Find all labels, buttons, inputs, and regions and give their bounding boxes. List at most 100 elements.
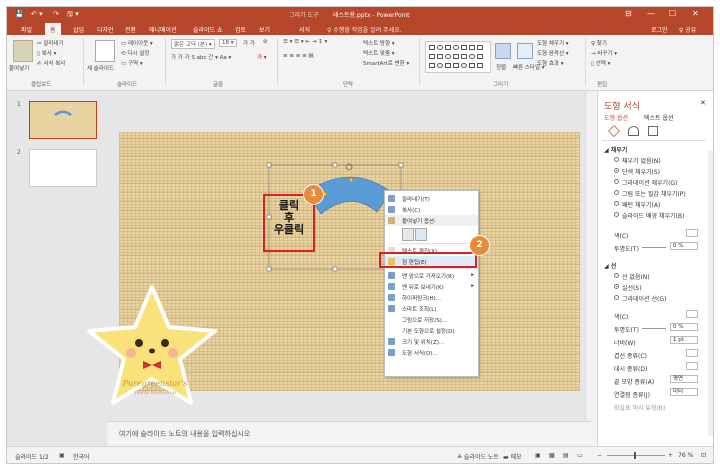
zoom-slider-thumb[interactable] (634, 452, 636, 459)
menu-item-bring-to-front[interactable]: 맨 앞으로 가져오기(R) ▸ (385, 270, 478, 281)
notes-pane[interactable]: 여기에 슬라이드 노트의 내용을 입력하십시오 (107, 421, 593, 447)
menu-item-format-shape[interactable]: 도형 서식(O)... (385, 347, 478, 358)
align-text-button[interactable]: 텍스트 맞춤 ▾ (363, 49, 395, 57)
undo-icon[interactable]: ↶ ▾ (31, 10, 43, 18)
line-transparency-slider[interactable] (642, 328, 666, 329)
dash-type-select[interactable] (686, 362, 698, 370)
pane-close-icon[interactable]: ✕ (700, 99, 706, 107)
cap-type-select[interactable]: 평면 (670, 375, 698, 383)
tab-transitions[interactable]: 전환 (125, 25, 136, 34)
find-button[interactable]: ♀ 찾기 (591, 39, 607, 47)
font-style-buttons[interactable]: 가 가 가 S abc 간 ▾ Aa ▾ (171, 53, 231, 61)
tab-format[interactable]: 서식 (299, 25, 310, 34)
spellcheck-icon[interactable]: ▣ (59, 452, 65, 459)
radio-solid-fill[interactable] (614, 168, 619, 173)
radio-gradient-fill[interactable] (614, 179, 619, 184)
redo-icon[interactable]: ↷ (53, 10, 59, 18)
tab-insert[interactable]: 삽입 (73, 25, 84, 34)
paste-picture-icon[interactable] (415, 228, 427, 241)
format-painter-button[interactable]: ✍ 서식 복사 (37, 59, 65, 67)
line-color-picker[interactable] (686, 310, 698, 318)
paste-button[interactable]: 붙여넣기 (9, 64, 29, 72)
font-size-select[interactable]: 18 ▾ (219, 39, 237, 47)
list-buttons[interactable]: ☰ ▾ ☰ ▾ ⇤ ⇥ ↕ ▾ (283, 39, 327, 45)
pane-scrollbar[interactable] (708, 151, 713, 436)
select-button[interactable]: ▯ 선택 ▾ (591, 59, 610, 67)
radio-no-line[interactable] (614, 273, 619, 278)
maximize-icon[interactable]: ☐ (669, 9, 676, 18)
paste-keep-format-icon[interactable] (402, 228, 414, 241)
tab-text-options[interactable]: 텍스트 옵션 (644, 113, 674, 122)
normal-view-icon[interactable]: ▣ (535, 452, 541, 459)
new-slide-icon[interactable] (95, 40, 115, 62)
shape-effects-button[interactable]: 도형 효과 ▾ (537, 59, 564, 67)
menu-item-set-default-shape[interactable]: 기본 도형으로 설정(D) (385, 325, 478, 336)
language-indicator[interactable]: 한국어 (73, 452, 90, 461)
section-button[interactable]: ▭ 구역 ▾ (121, 59, 143, 67)
shape-fill-button[interactable]: 도형 채우기 ▾ (537, 39, 569, 47)
radio-no-fill[interactable] (614, 157, 619, 162)
shapes-gallery[interactable] (425, 41, 491, 73)
zoom-level[interactable]: 76 % (678, 452, 693, 459)
tab-review[interactable]: 검토 (235, 25, 246, 34)
tab-shape-options[interactable]: 도형 옵션 (604, 113, 628, 122)
fill-transparency-slider[interactable] (642, 247, 666, 248)
cut-button[interactable]: ✂ 잘라내기 (37, 39, 64, 47)
minimize-icon[interactable]: — (647, 9, 655, 18)
menu-item-copy[interactable]: 복사(C) (385, 204, 478, 215)
shape-outline-button[interactable]: 도형 윤곽선 ▾ (537, 49, 569, 57)
menu-item-save-as-picture[interactable]: 그림으로 저장(S)... (385, 314, 478, 325)
arrange-icon[interactable] (495, 43, 511, 59)
tell-me-search[interactable]: ♀ 수행할 작업을 알려 주세요. (327, 25, 402, 34)
replace-button[interactable]: → 바꾸기 ▾ (591, 49, 617, 57)
tab-design[interactable]: 디자인 (97, 25, 114, 34)
effects-icon[interactable] (628, 126, 639, 136)
clear-format-icon[interactable]: ⊘ (263, 39, 268, 45)
zoom-slider[interactable] (607, 455, 665, 456)
new-slide-button[interactable]: 새 슬라이드 (87, 64, 114, 72)
radio-slide-background-fill[interactable] (614, 212, 619, 217)
size-properties-icon[interactable] (648, 126, 658, 136)
tab-file[interactable]: 파일 (21, 25, 32, 34)
tab-animations[interactable]: 애니메이션 (149, 25, 177, 34)
fill-color-picker[interactable] (686, 229, 698, 237)
smartart-convert-button[interactable]: SmartArt로 변환 ▾ (363, 59, 409, 67)
notes-toggle[interactable]: ≙ 슬라이드 노트 (457, 452, 499, 461)
menu-item-send-to-back[interactable]: 맨 뒤로 보내기(K) ▸ (385, 281, 478, 292)
quick-styles-icon[interactable] (517, 43, 533, 59)
line-section-header[interactable]: ◢ 선 (604, 261, 616, 270)
menu-item-smart-lookup[interactable]: 스마트 조회(L) (385, 303, 478, 314)
copy-button[interactable]: ▯ 복사 ▾ (37, 49, 56, 57)
line-transparency-input[interactable]: 0 % (670, 323, 698, 331)
radio-gradient-line[interactable] (614, 295, 619, 300)
share-button[interactable]: ♀ 공유 (679, 25, 696, 34)
join-type-select[interactable]: 미터 (670, 388, 698, 396)
zoom-out-icon[interactable]: − (597, 452, 602, 459)
menu-item-cut[interactable]: 잘라내기(T) (385, 193, 478, 204)
close-icon[interactable]: ✕ (692, 9, 699, 18)
slideshow-view-icon[interactable]: ▭ (577, 452, 583, 459)
zoom-in-icon[interactable]: + (668, 452, 673, 459)
font-color-button[interactable]: 가 ▾ (257, 53, 267, 61)
ribbon-display-icon[interactable]: ⊟ (625, 9, 632, 18)
fit-slide-icon[interactable]: ⊡ (701, 452, 706, 459)
radio-solid-line[interactable] (614, 284, 619, 289)
vertical-scrollbar[interactable] (585, 91, 594, 421)
tab-view[interactable]: 보기 (259, 25, 270, 34)
tab-slideshow[interactable]: 슬라이드 쇼 (193, 25, 223, 34)
fill-transparency-input[interactable]: 0 % (670, 242, 698, 250)
save-icon[interactable]: 💾 (15, 10, 24, 18)
slide-thumbnail-2[interactable] (29, 149, 97, 187)
font-grow-shrink-buttons[interactable]: 가 가 (243, 39, 255, 47)
login-link[interactable]: 로그인 (651, 25, 668, 34)
layout-button[interactable]: ▭ 레이아웃 ▾ (121, 39, 153, 47)
reset-button[interactable]: ⟲ 다시 설정 (121, 49, 149, 57)
align-buttons[interactable]: ≡ ≡ ≡ ≡ ▤ (283, 53, 314, 59)
slide-thumbnail-1[interactable] (29, 101, 97, 139)
reading-view-icon[interactable]: ▤ (563, 452, 569, 459)
font-name-select[interactable]: 맑은 고딕 (본) ▾ (171, 39, 215, 49)
radio-pattern-fill[interactable] (614, 201, 619, 206)
tab-home[interactable]: 홈 (45, 23, 61, 35)
arrange-button[interactable]: 정렬 (496, 63, 506, 71)
slide-sorter-icon[interactable]: ▦ (549, 452, 555, 459)
